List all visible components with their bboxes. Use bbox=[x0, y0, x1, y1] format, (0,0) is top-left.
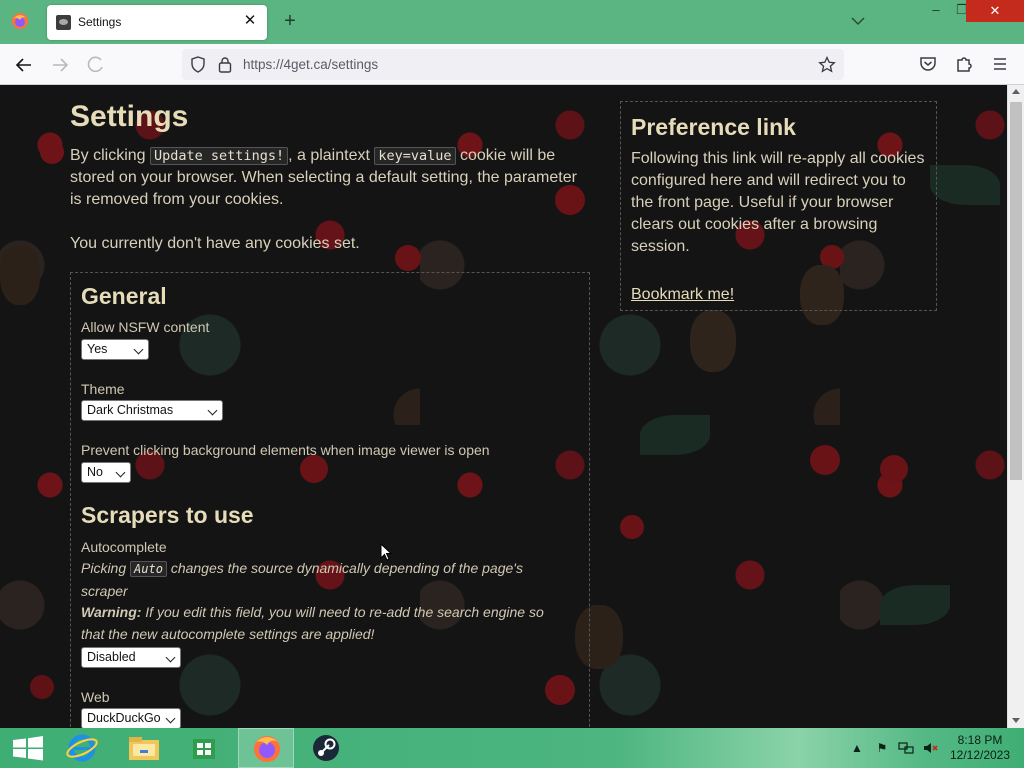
general-heading: General bbox=[81, 283, 167, 309]
firefox-icon bbox=[254, 736, 280, 762]
mouse-cursor-icon bbox=[380, 543, 392, 561]
bookmark-me-link[interactable]: Bookmark me! bbox=[631, 286, 734, 304]
close-window-icon[interactable]: ✕ bbox=[966, 0, 1024, 22]
theme-label: Theme bbox=[81, 381, 125, 397]
extensions-puzzle-icon[interactable] bbox=[954, 54, 974, 74]
nsfw-label: Allow NSFW content bbox=[81, 319, 210, 335]
web-scraper-select[interactable]: DuckDuckGo bbox=[81, 708, 181, 728]
autocomplete-label: Autocomplete bbox=[81, 539, 167, 555]
autocomplete-warning: Warning: If you edit this field, you wil… bbox=[81, 604, 544, 642]
pinecone-decoration bbox=[690, 310, 736, 372]
preference-link-box: Preference link Following this link will… bbox=[620, 101, 937, 311]
theme-select-value: Dark Christmas bbox=[87, 403, 174, 417]
berry-decoration bbox=[30, 675, 54, 699]
forward-icon[interactable] bbox=[49, 54, 71, 76]
url-text[interactable]: https://4get.ca/settings bbox=[243, 57, 378, 72]
lock-icon[interactable] bbox=[218, 56, 232, 73]
firefox-view-icon[interactable] bbox=[11, 12, 29, 30]
pinecone-decoration bbox=[0, 245, 40, 305]
address-bar[interactable]: https://4get.ca/settings bbox=[182, 49, 844, 80]
scroll-down-arrow-icon[interactable] bbox=[1012, 718, 1020, 723]
cookie-status-text: You currently don't have any cookies set… bbox=[70, 235, 360, 252]
close-tab-icon[interactable]: ✕ bbox=[241, 12, 259, 30]
berry-decoration bbox=[620, 515, 644, 539]
web-scraper-value: DuckDuckGo bbox=[87, 711, 161, 725]
preference-text: Following this link will re-apply all co… bbox=[631, 150, 925, 255]
leaf-decoration bbox=[640, 415, 710, 455]
show-hidden-icons-icon[interactable]: ▲ bbox=[849, 740, 865, 756]
code-key-value: key=value bbox=[374, 147, 456, 165]
settings-form-box: General Allow NSFW content Yes Theme Dar… bbox=[70, 272, 590, 728]
preference-title: Preference link bbox=[631, 114, 796, 140]
prevent-clicking-value: No bbox=[87, 465, 103, 479]
page-title: Settings bbox=[70, 100, 189, 133]
chevron-down-icon bbox=[133, 344, 144, 355]
windows-store-icon[interactable] bbox=[176, 728, 232, 768]
file-explorer-icon[interactable] bbox=[116, 728, 172, 768]
clock-time: 8:18 PM bbox=[957, 733, 1003, 747]
tab-settings[interactable]: Settings ✕ bbox=[47, 5, 267, 40]
page-content: Settings By clicking Update settings!, a… bbox=[0, 85, 1007, 728]
back-icon[interactable] bbox=[13, 54, 35, 76]
windows-taskbar: ▲ ⚑ 8:18 PM 12/12/2023 bbox=[0, 728, 1024, 768]
leaf-decoration bbox=[880, 585, 950, 625]
reload-icon[interactable] bbox=[85, 54, 107, 76]
chevron-down-icon bbox=[165, 652, 176, 663]
volume-muted-icon[interactable] bbox=[922, 740, 938, 756]
taskbar-firefox[interactable] bbox=[238, 728, 294, 768]
new-tab-icon[interactable]: + bbox=[279, 10, 301, 32]
steam-icon[interactable] bbox=[298, 728, 354, 768]
nsfw-select[interactable]: Yes bbox=[81, 339, 149, 360]
action-center-flag-icon[interactable]: ⚑ bbox=[874, 740, 890, 756]
taskbar-clock[interactable]: 8:18 PM 12/12/2023 bbox=[940, 733, 1020, 763]
chevron-down-icon bbox=[115, 467, 126, 478]
berry-decoration bbox=[40, 140, 64, 164]
bookmark-star-icon[interactable] bbox=[818, 56, 836, 74]
theme-select[interactable]: Dark Christmas bbox=[81, 400, 223, 421]
windows-start-icon[interactable] bbox=[0, 728, 56, 768]
scrapers-heading: Scrapers to use bbox=[81, 502, 254, 528]
berry-decoration bbox=[880, 455, 908, 483]
tracking-protection-shield-icon[interactable] bbox=[190, 56, 206, 73]
prevent-clicking-select[interactable]: No bbox=[81, 462, 131, 483]
code-auto: Auto bbox=[130, 561, 167, 577]
autocomplete-note: Picking Auto changes the source dynamica… bbox=[81, 560, 523, 599]
internet-explorer-icon[interactable] bbox=[54, 728, 110, 768]
tab-title: Settings bbox=[78, 15, 122, 29]
prevent-clicking-label: Prevent clicking background elements whe… bbox=[81, 442, 490, 458]
navigation-bar: https://4get.ca/settings bbox=[0, 44, 1024, 85]
page-scrollbar[interactable] bbox=[1007, 85, 1024, 728]
code-update-settings: Update settings! bbox=[150, 147, 289, 165]
site-favicon-icon bbox=[56, 15, 71, 30]
berry-decoration bbox=[810, 445, 840, 475]
chevron-down-icon bbox=[165, 713, 176, 724]
intro-text: By clicking Update settings!, a plaintex… bbox=[70, 147, 577, 208]
leaf-decoration bbox=[930, 165, 1000, 205]
minimize-icon[interactable]: – bbox=[923, 0, 949, 22]
tab-bar: Settings ✕ + – ❐ ✕ bbox=[0, 0, 1024, 44]
hamburger-menu-icon[interactable] bbox=[990, 54, 1010, 74]
scroll-up-arrow-icon[interactable] bbox=[1012, 89, 1020, 94]
chevron-down-icon[interactable] bbox=[849, 12, 867, 30]
network-icon[interactable] bbox=[898, 740, 914, 756]
autocomplete-select[interactable]: Disabled bbox=[81, 647, 181, 668]
chevron-down-icon bbox=[207, 405, 218, 416]
scrollbar-thumb[interactable] bbox=[1010, 102, 1022, 480]
web-label: Web bbox=[81, 689, 110, 705]
clock-date: 12/12/2023 bbox=[949, 748, 1011, 762]
berry-decoration bbox=[395, 245, 421, 271]
pocket-icon[interactable] bbox=[918, 54, 938, 74]
nsfw-select-value: Yes bbox=[87, 342, 108, 356]
autocomplete-select-value: Disabled bbox=[87, 650, 136, 664]
